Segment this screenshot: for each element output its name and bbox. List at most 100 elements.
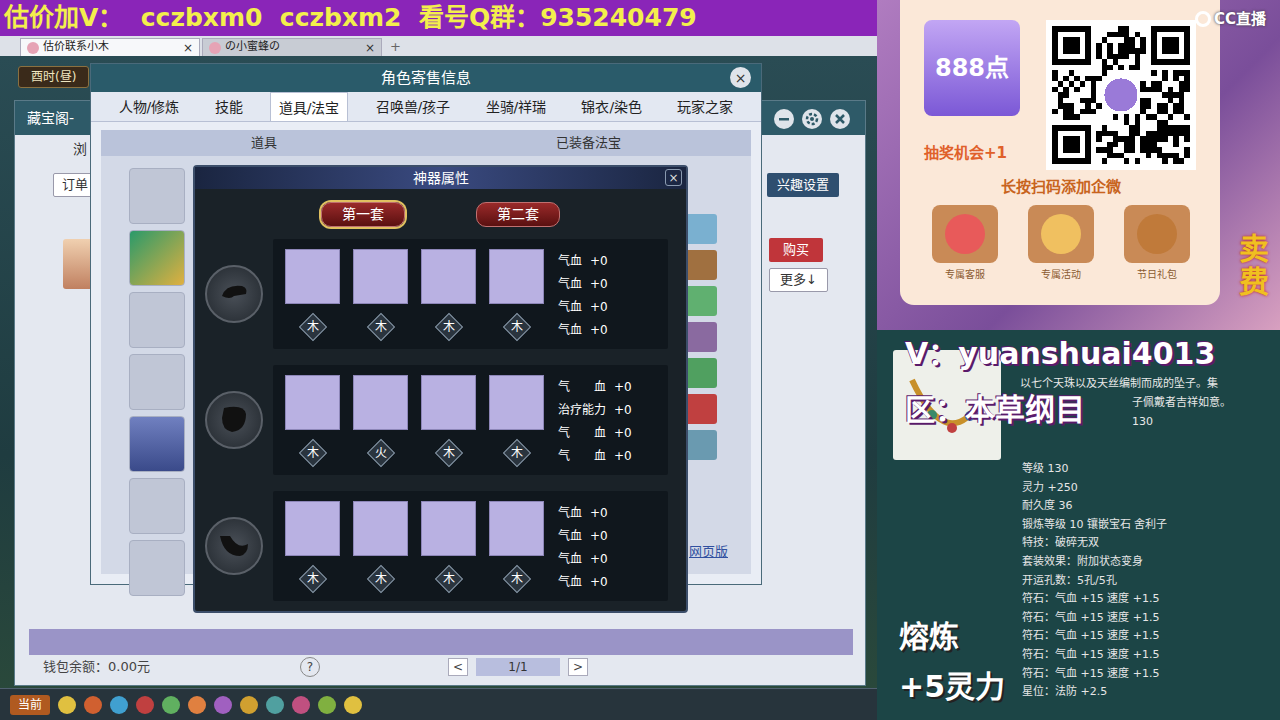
shortcut-icon[interactable]: [136, 696, 154, 714]
jewel-slot[interactable]: [285, 249, 340, 304]
buy-button[interactable]: 购买: [769, 238, 823, 262]
set-button[interactable]: 第二套: [476, 202, 560, 227]
more-button[interactable]: 更多↓: [769, 268, 828, 292]
stat-value: +0: [590, 573, 608, 591]
jewel-slot[interactable]: [489, 501, 544, 556]
jewel-slot[interactable]: [489, 375, 544, 430]
shortcut-icon[interactable]: [58, 696, 76, 714]
jewel-slot[interactable]: [353, 375, 408, 430]
role-tab[interactable]: 玩家之家: [669, 92, 741, 121]
jewel-slot[interactable]: [421, 375, 476, 430]
close-button[interactable]: ×: [665, 169, 682, 186]
shortcut-icon[interactable]: [292, 696, 310, 714]
role-tab[interactable]: 道具/法宝: [270, 92, 349, 121]
item-slot[interactable]: [129, 540, 185, 596]
shortcut-icon[interactable]: [344, 696, 362, 714]
banner-text: 估价加V： cczbxm0 cczbxm2 看号Q群：935240479: [4, 0, 697, 37]
prev-button[interactable]: <: [448, 658, 468, 676]
shortcut-icon[interactable]: [214, 696, 232, 714]
role-tab[interactable]: 锦衣/染色: [573, 92, 650, 121]
attribute-line: 符石：气血 +15 速度 +1.5: [1022, 627, 1168, 646]
stat-value: +0: [614, 401, 632, 419]
element-label: 木: [443, 444, 455, 462]
tab-label: 估价联系小木: [43, 39, 179, 56]
stat-value: +0: [590, 504, 608, 522]
item-slot[interactable]: [129, 292, 185, 348]
jewel-slot[interactable]: [285, 375, 340, 430]
role-tab[interactable]: 人物/修炼: [111, 92, 188, 121]
artifact-row: 木火木木气 血+0治疗能力+0气 血+0气 血+0: [195, 365, 686, 475]
attribute-line: 符石：气血 +15 速度 +1.5: [1022, 646, 1168, 665]
item-slot[interactable]: [129, 168, 185, 224]
interest-button[interactable]: 兴趣设置: [767, 173, 839, 197]
jewel-slot[interactable]: [421, 501, 476, 556]
shortcut-icon[interactable]: [240, 696, 258, 714]
element-badge: 木: [367, 313, 395, 341]
jewel-slot[interactable]: [285, 501, 340, 556]
jewel-slot[interactable]: [353, 249, 408, 304]
close-button[interactable]: ×: [730, 67, 751, 88]
help-button[interactable]: ?: [300, 657, 320, 677]
browser-tab[interactable]: 估价联系小木×: [20, 38, 200, 56]
pagination: <1/1>: [448, 658, 588, 676]
attribute-line: 符石：气血 +15 速度 +1.5: [1022, 665, 1168, 684]
stat-list: 气血+0气血+0气血+0气血+0: [558, 501, 608, 593]
stat-name: 气血: [558, 527, 582, 545]
brand-logo: CC直播: [1195, 8, 1266, 31]
stat-value: +0: [590, 298, 608, 316]
stat-value: +0: [590, 527, 608, 545]
artifact-dialog: 神器属性×第一套第二套木木木木气血+0气血+0气血+0气血+0木火木木气 血+0…: [193, 165, 688, 613]
set-button[interactable]: 第一套: [321, 202, 405, 227]
promo-shortcut[interactable]: 节日礼包: [1124, 205, 1190, 282]
web-version-link[interactable]: 网页版: [689, 542, 728, 562]
slot-cell: 木: [285, 375, 340, 467]
jewel-slot[interactable]: [421, 249, 476, 304]
item-attributes: 等级 130灵力 +250耐久度 36锻炼等级 10 镶嵌宝石 舍利子特技：破碎…: [1022, 460, 1168, 702]
item-slot[interactable]: [129, 230, 185, 286]
shortcut-icon[interactable]: [162, 696, 180, 714]
shortcut-icon[interactable]: [266, 696, 284, 714]
game-taskbar: 当前: [0, 688, 877, 720]
item-slot[interactable]: [129, 354, 185, 410]
new-tab-button[interactable]: +: [384, 37, 407, 57]
browser-tab[interactable]: の小蜜蜂の×: [202, 38, 382, 56]
promo-shortcut[interactable]: 专属客服: [932, 205, 998, 282]
equipment-icon: [205, 517, 263, 575]
role-tab[interactable]: 坐骑/祥瑞: [478, 92, 555, 121]
column-title: 道具: [101, 130, 426, 156]
favicon-icon: [209, 42, 221, 54]
slot-cell: 木: [353, 501, 408, 593]
tab-close-button[interactable]: ×: [365, 39, 375, 57]
close-icon[interactable]: [829, 106, 851, 128]
next-button[interactable]: >: [568, 658, 588, 676]
tab-close-button[interactable]: ×: [183, 39, 193, 57]
artifact-row: 木木木木气血+0气血+0气血+0气血+0: [195, 491, 686, 601]
gear-icon[interactable]: [801, 106, 823, 128]
artifact-row: 木木木木气血+0气血+0气血+0气血+0: [195, 239, 686, 349]
points-tile: 888点: [924, 20, 1020, 116]
jewel-slot[interactable]: [489, 249, 544, 304]
attribute-line: 等级 130: [1022, 460, 1168, 479]
shortcut-icon[interactable]: [318, 696, 336, 714]
shortcut-icon[interactable]: [188, 696, 206, 714]
qr-code-icon: [1046, 20, 1196, 170]
shortcut-icon[interactable]: [84, 696, 102, 714]
role-tab[interactable]: 召唤兽/孩子: [368, 92, 459, 121]
promo-shortcut[interactable]: 专属活动: [1028, 205, 1094, 282]
item-slot[interactable]: [129, 416, 185, 472]
jewel-slot[interactable]: [353, 501, 408, 556]
role-tab[interactable]: 技能: [207, 92, 251, 121]
shortcut-icon[interactable]: [110, 696, 128, 714]
item-slot[interactable]: [129, 478, 185, 534]
slot-cell: 木: [421, 501, 476, 593]
shop-footer: 钱包余额：0.00元?<1/1>: [43, 657, 588, 677]
slot-cell: 木: [285, 249, 340, 341]
element-badge: 木: [503, 565, 531, 593]
shop-tab[interactable]: 浏: [73, 139, 87, 160]
attribute-line: 符石：气血 +15 速度 +1.5: [1022, 590, 1168, 609]
channel-button[interactable]: 当前: [10, 695, 50, 715]
slot-cell: 火: [353, 375, 408, 467]
minimize-icon[interactable]: [773, 106, 795, 128]
stat-name: 气血: [558, 252, 582, 270]
stat-list: 气血+0气血+0气血+0气血+0: [558, 249, 608, 341]
